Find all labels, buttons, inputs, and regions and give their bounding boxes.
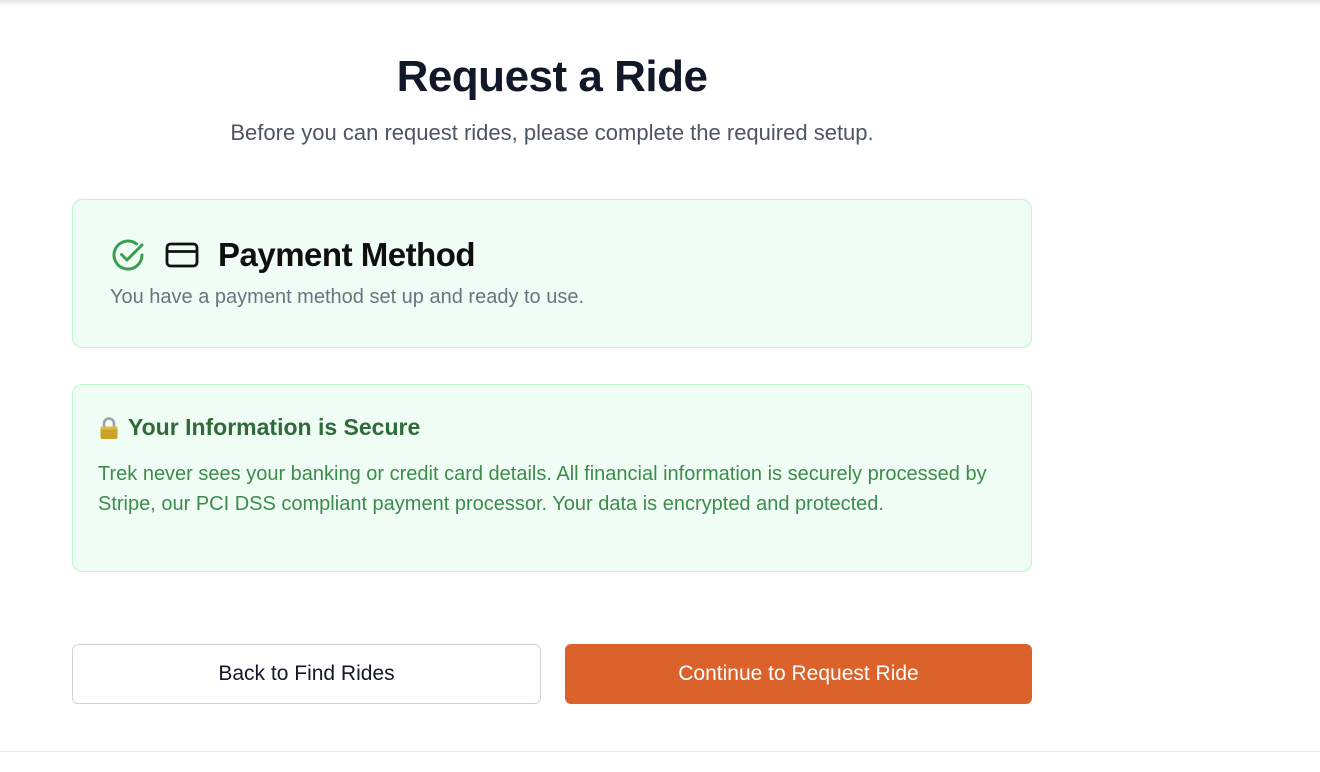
security-notice-text: Trek never sees your banking or credit c… [98,463,987,515]
page-title: Request a Ride [396,52,708,101]
back-to-find-rides-button[interactable]: Back to Find Rides [72,644,541,704]
payment-method-card: Payment Method You have a payment method… [72,199,1032,348]
page-subtitle: Before you can request rides, please com… [230,120,874,145]
top-bar-shadow [0,0,1320,6]
payment-method-description: You have a payment method set up and rea… [110,286,585,308]
security-notice-title: Your Information is Secure [128,414,421,440]
check-circle-icon [110,237,146,273]
payment-method-title: Payment Method [218,236,476,273]
security-notice-header: Your Information is Secure [98,414,420,441]
credit-card-icon [164,237,200,273]
security-notice-card: Your Information is Secure Trek never se… [72,384,1032,572]
lock-icon [98,416,120,440]
footer-divider [0,751,1320,752]
continue-to-request-ride-button[interactable]: Continue to Request Ride [565,644,1032,704]
payment-method-header: Payment Method [110,236,476,274]
